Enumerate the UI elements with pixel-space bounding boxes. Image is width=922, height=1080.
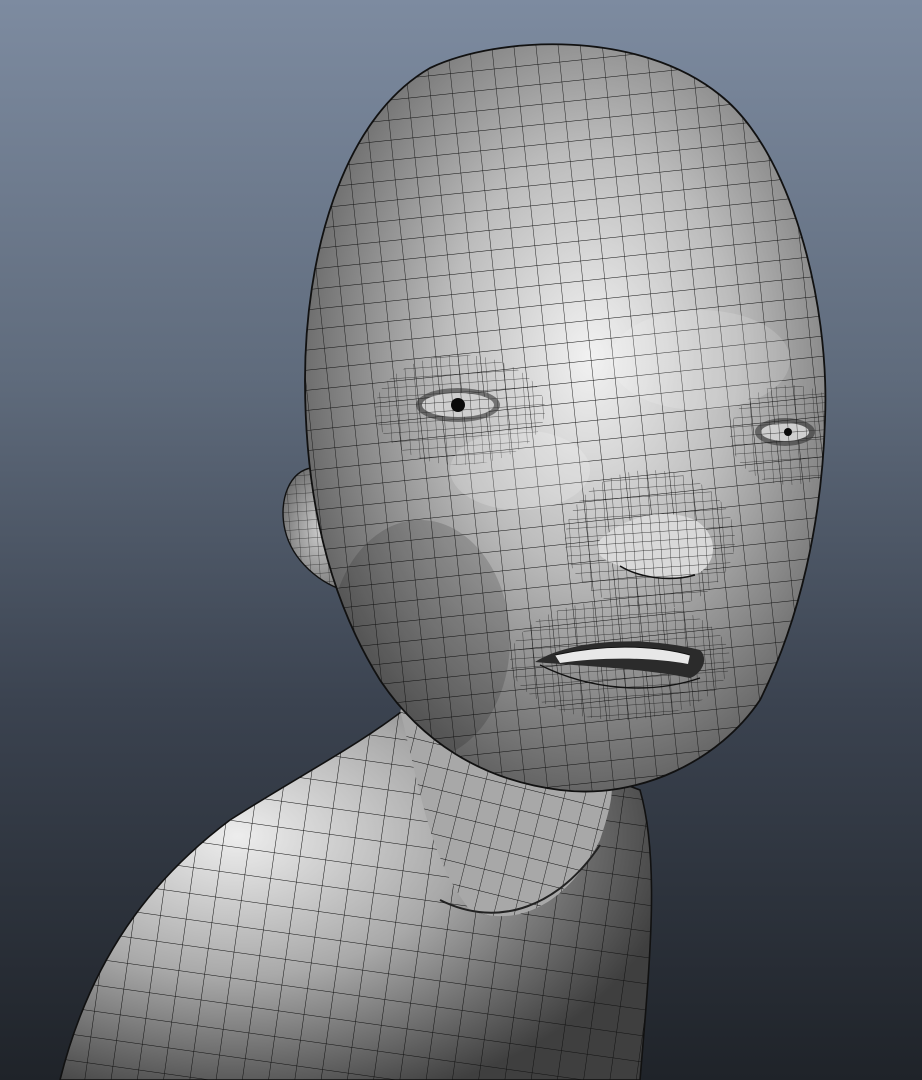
right-eye-mesh[interactable] <box>755 418 815 446</box>
3d-viewport[interactable] <box>0 0 922 1080</box>
left-eye-mesh[interactable] <box>416 388 500 422</box>
mesh-render[interactable] <box>0 0 922 1080</box>
